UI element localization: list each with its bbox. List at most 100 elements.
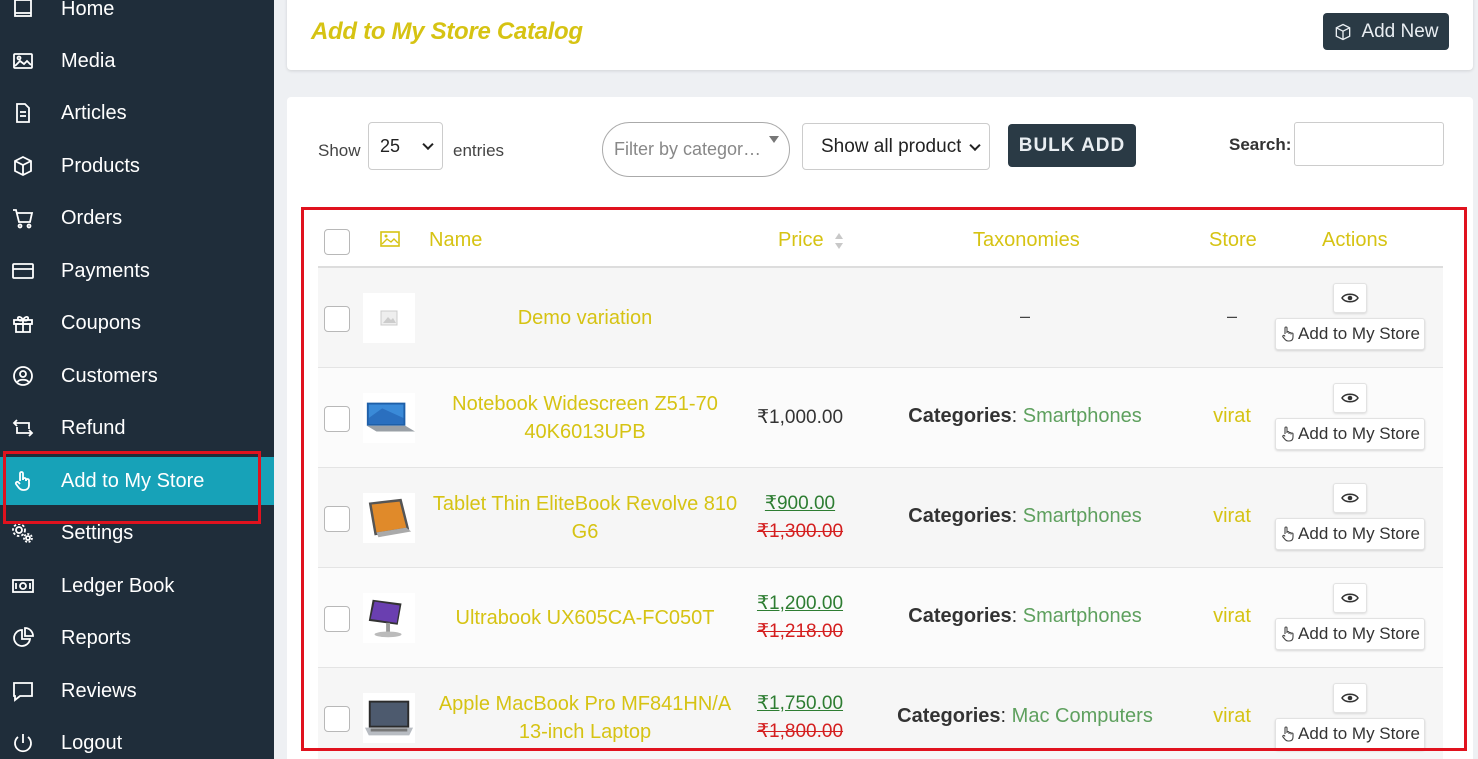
hand-pointer-icon [10,468,36,494]
eye-icon [1341,693,1359,703]
sidebar-item-coupons[interactable]: Coupons [0,299,274,347]
table-header: Name Price Taxonomies Store Actions [318,210,1443,268]
entries-select[interactable]: 25 [368,122,443,170]
document-icon [10,100,36,126]
sidebar-item-payments[interactable]: Payments [0,247,274,295]
sidebar-item-settings[interactable]: Settings [0,509,274,557]
sidebar-item-reports[interactable]: Reports [0,614,274,662]
sort-icon[interactable] [834,232,844,250]
regular-price: ₹1,218.00 [756,621,844,642]
row-checkbox[interactable] [324,606,350,632]
taxonomy-label: Categories [908,505,1012,527]
product-name-link[interactable]: Tablet Thin EliteBook Revolve 810 G6 [430,490,740,546]
column-header-taxonomies: Taxonomies [973,229,1080,251]
sidebar-item-customers[interactable]: Customers [0,352,274,400]
view-button[interactable] [1333,483,1367,513]
sidebar-item-articles[interactable]: Articles [0,89,274,137]
table-row: Demo variation – – Add to My Store [318,268,1443,368]
add-to-my-store-button[interactable]: Add to My Store [1275,318,1425,350]
sidebar-item-ledger-book[interactable]: Ledger Book [0,562,274,610]
product-name-link[interactable]: Ultrabook UX605CA-FC050T [430,604,740,632]
view-button[interactable] [1333,383,1367,413]
row-checkbox[interactable] [324,406,350,432]
store-link[interactable]: virat [1192,505,1272,528]
add-to-my-store-button[interactable]: Add to My Store [1275,718,1425,750]
product-name-link[interactable]: Notebook Widescreen Z51-70 40K6013UPB [430,390,740,446]
image-icon [10,48,36,74]
row-checkbox[interactable] [324,706,350,732]
sidebar-item-label: Articles [61,101,127,124]
category-link[interactable]: Mac Computers [1012,705,1153,727]
page-header: Add to My Store Catalog Add New [287,0,1473,70]
box-icon [10,153,36,179]
view-button[interactable] [1333,583,1367,613]
add-to-my-store-button[interactable]: Add to My Store [1275,518,1425,550]
sidebar-item-label: Payments [61,259,150,282]
comment-icon [10,678,36,704]
eye-icon [1341,593,1359,603]
sidebar-item-reviews[interactable]: Reviews [0,667,274,715]
price-cell: ₹1,000.00 [756,407,844,428]
sidebar-item-label: Ledger Book [61,574,175,597]
add-to-my-store-button[interactable]: Add to My Store [1275,418,1425,450]
product-name-link[interactable]: Apple MacBook Pro MF841HN/A 13-inch Lapt… [430,690,740,746]
sidebar-item-home[interactable]: Home [0,0,274,33]
search-input[interactable] [1294,122,1444,166]
store-cell: – [1226,306,1237,326]
select-all-checkbox[interactable] [324,229,350,255]
taxonomy-cell: Categories: Mac Computers [897,705,1153,727]
view-button[interactable] [1333,683,1367,713]
add-new-button[interactable]: Add New [1323,13,1449,50]
regular-price: ₹1,800.00 [756,721,844,742]
category-link[interactable]: Smartphones [1023,505,1142,527]
add-new-label: Add New [1361,20,1439,42]
add-to-my-store-label: Add to My Store [1298,324,1420,343]
add-to-my-store-label: Add to My Store [1298,424,1420,443]
refund-icon [10,415,36,441]
category-filter[interactable]: Filter by categor… [602,122,790,177]
products-table: Name Price Taxonomies Store Actions Demo… [318,210,1443,759]
product-filter-value: Show all products [821,135,961,157]
column-header-price[interactable]: Price [778,229,824,252]
sidebar-item-label: Customers [61,364,158,387]
category-link[interactable]: Smartphones [1023,405,1142,427]
sidebar-item-label: Home [61,0,115,20]
eye-icon [1341,493,1359,503]
sidebar-item-media[interactable]: Media [0,37,274,85]
sidebar-item-label: Media [61,49,116,72]
product-name-link[interactable]: Demo variation [430,304,740,332]
product-filter-select[interactable]: Show all products [802,123,990,170]
column-header-store: Store [1209,229,1257,251]
entries-value: 25 [380,135,401,156]
chevron-down-icon [422,138,434,151]
view-button[interactable] [1333,283,1367,313]
add-to-my-store-label: Add to My Store [1298,724,1420,743]
sidebar-item-products[interactable]: Products [0,142,274,190]
money-icon [10,573,36,599]
store-link[interactable]: virat [1192,405,1272,428]
store-link[interactable]: virat [1192,705,1272,728]
store-link[interactable]: virat [1192,605,1272,628]
sidebar-item-orders[interactable]: Orders [0,194,274,242]
pie-chart-icon [10,625,36,651]
product-thumbnail [363,593,415,643]
caret-down-icon [769,136,779,143]
chevron-down-icon [969,139,981,151]
sale-price: ₹1,200.00 [756,593,844,614]
category-filter-placeholder: Filter by categor… [614,139,762,159]
price-cell: ₹1,750.00 ₹1,800.00 [738,690,862,746]
row-checkbox[interactable] [324,306,350,332]
search-label: Search: [1229,135,1292,154]
row-checkbox[interactable] [324,506,350,532]
sidebar-item-label: Settings [61,521,134,544]
bulk-add-button[interactable]: BULK ADD [1008,124,1136,167]
price-cell: ₹900.00 ₹1,300.00 [738,490,862,546]
sidebar-item-logout[interactable]: Logout [0,719,274,759]
category-link[interactable]: Smartphones [1023,605,1142,627]
add-to-my-store-button[interactable]: Add to My Store [1275,618,1425,650]
column-header-name[interactable]: Name [429,229,482,252]
sidebar-item-refund[interactable]: Refund [0,404,274,452]
sidebar-item-add-to-my-store[interactable]: Add to My Store [0,457,274,505]
sidebar-item-label: Add to My Store [61,469,205,492]
sidebar-item-label: Logout [61,731,123,754]
